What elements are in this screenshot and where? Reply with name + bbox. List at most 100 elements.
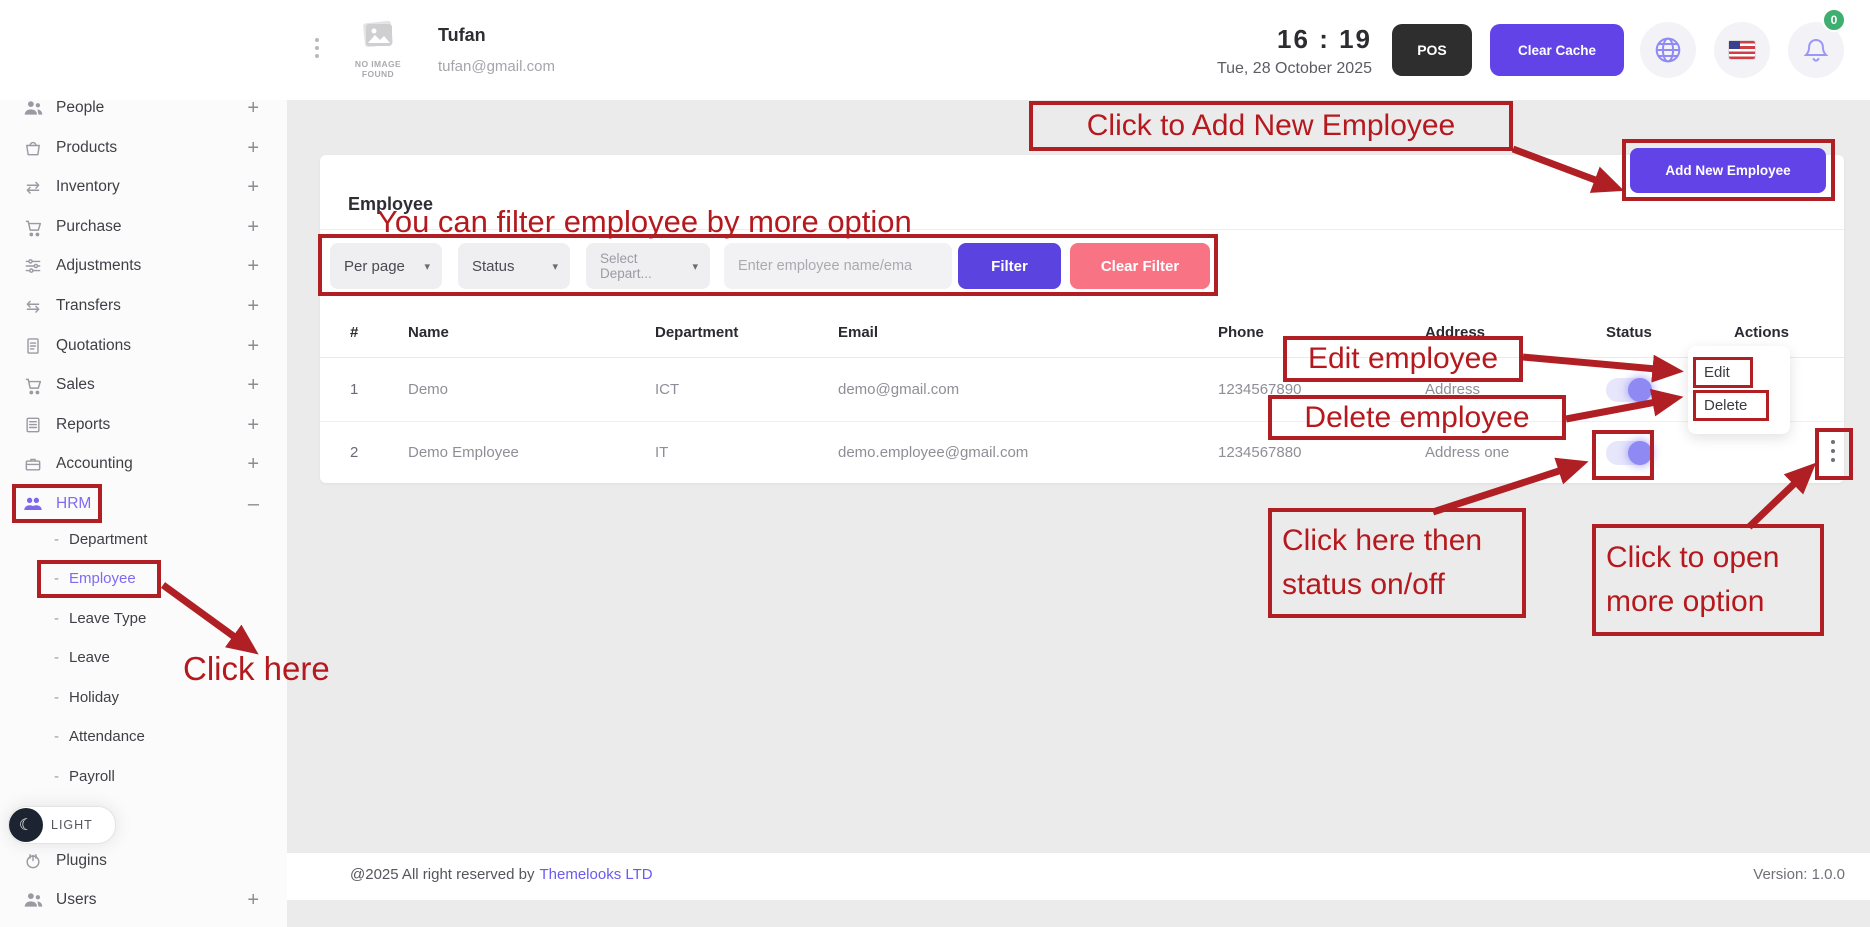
collapse-minus-icon[interactable]: – [248, 493, 259, 516]
cell-department: IT [655, 444, 838, 461]
globe-icon [1652, 34, 1684, 66]
sidebar-item-sales[interactable]: Sales+ [0, 366, 287, 404]
theme-toggle[interactable]: ☾ LIGHT [8, 806, 116, 844]
toggle-knob [1628, 441, 1652, 465]
sidebar-item-label: Reports [56, 416, 110, 434]
products-icon [22, 137, 44, 159]
department-select[interactable]: Select Depart...▾ [586, 243, 710, 289]
sidebar-subitem-attendance[interactable]: -Attendance [0, 717, 287, 755]
sidebar-item-people[interactable]: People + [0, 89, 287, 127]
sidebar-item-accounting[interactable]: Accounting+ [0, 445, 287, 483]
version-text: Version: 1.0.0 [1700, 866, 1845, 883]
clear-cache-button[interactable]: Clear Cache [1490, 24, 1624, 76]
status-toggle[interactable] [1606, 441, 1652, 465]
table-header-row: #NameDepartmentEmailPhoneAddressStatusAc… [320, 308, 1844, 358]
sidebar-subitem-holiday[interactable]: -Holiday [0, 678, 287, 716]
sales-icon [22, 374, 44, 396]
annotation-add-note: Click to Add New Employee [1029, 101, 1513, 151]
edit-menu-item[interactable]: Edit [1688, 356, 1790, 389]
cell-phone: 1234567890 [1218, 381, 1425, 398]
delete-menu-item[interactable]: Delete [1688, 389, 1790, 422]
expand-plus-icon[interactable]: + [247, 216, 259, 239]
sidebar-item-label: HRM [56, 495, 91, 513]
column-header-name: Name [408, 324, 655, 341]
sidebar-subitem-payroll[interactable]: -Payroll [0, 757, 287, 795]
sidebar-item-hrm[interactable]: HRM – [0, 485, 287, 523]
no-image-text-2: FOUND [346, 69, 410, 79]
sidebar-subitem-leave[interactable]: -Leave [0, 638, 287, 676]
sidebar-item-label: Users [56, 891, 96, 909]
annotation-more-note-line2: more option [1606, 580, 1779, 624]
sidebar-item-transfers[interactable]: ⇆ Transfers + [0, 287, 287, 325]
filter-button[interactable]: Filter [958, 243, 1061, 289]
adjustments-icon [22, 255, 44, 277]
table-row: 2Demo EmployeeITdemo.employee@gmail.com1… [320, 422, 1844, 483]
sidebar-item-label: Department [69, 531, 147, 548]
expand-plus-icon[interactable]: + [247, 374, 259, 397]
sidebar-item-plugins[interactable]: Plugins [0, 842, 287, 880]
page-title: Employee [348, 194, 433, 215]
moon-icon: ☾ [9, 808, 43, 842]
per-page-label: Per page [344, 258, 405, 275]
no-image-text-1: NO IMAGE [346, 59, 410, 69]
sidebar-subitem-employee[interactable]: -Employee [0, 559, 287, 597]
transfers-icon: ⇆ [22, 295, 44, 317]
row-actions-dropdown: Edit Delete [1688, 346, 1790, 434]
pos-button[interactable]: POS [1392, 24, 1472, 76]
hrm-icon [22, 493, 44, 515]
per-page-select[interactable]: Per page ▾ [330, 243, 442, 289]
dash-icon: - [54, 570, 59, 587]
sidebar-item-label: Leave [69, 649, 110, 666]
expand-plus-icon[interactable]: + [247, 453, 259, 476]
dash-icon: - [54, 610, 59, 627]
reports-icon [22, 414, 44, 436]
sidebar-item-users[interactable]: Users + [0, 881, 287, 919]
arrow-to-more-options [1749, 482, 1796, 527]
expand-plus-icon[interactable]: + [247, 335, 259, 358]
clear-filter-button[interactable]: Clear Filter [1070, 243, 1210, 289]
sidebar-item-adjustments[interactable]: Adjustments + [0, 247, 287, 285]
sidebar-item-reports[interactable]: Reports + [0, 406, 287, 444]
add-new-employee-button[interactable]: Add New Employee [1630, 148, 1826, 193]
locale-flag-button[interactable] [1714, 22, 1770, 78]
header-menu-icon[interactable] [315, 38, 319, 58]
sidebar-item-products[interactable]: Products+ [0, 129, 287, 167]
expand-plus-icon[interactable]: + [247, 255, 259, 278]
quotations-icon [22, 335, 44, 357]
bell-icon [1801, 35, 1831, 65]
language-globe-button[interactable] [1640, 22, 1696, 78]
sidebar-item-quotations[interactable]: Quotations + [0, 327, 287, 365]
status-select[interactable]: Status▾ [458, 243, 570, 289]
dash-icon: - [54, 768, 59, 785]
expand-plus-icon[interactable]: + [247, 295, 259, 318]
sidebar-item-label: Adjustments [56, 257, 141, 275]
expand-plus-icon[interactable]: + [247, 414, 259, 437]
status-toggle[interactable] [1606, 378, 1652, 402]
sidebar-item-label: Plugins [56, 852, 107, 870]
sidebar-item-label: People [56, 99, 104, 117]
expand-plus-icon[interactable]: + [247, 889, 259, 912]
expand-plus-icon[interactable]: + [247, 176, 259, 199]
column-header-status: Status [1606, 324, 1734, 341]
sidebar-subitem-department[interactable]: -Department [0, 520, 287, 558]
table-row: 1DemoICTdemo@gmail.com1234567890Address [320, 358, 1844, 422]
annotation-status-note-line2: status on/off [1282, 563, 1482, 607]
column-header-actions: Actions [1734, 324, 1844, 341]
sidebar-item-label: Transfers [56, 297, 121, 315]
sidebar-item-inventory[interactable]: ⇄Inventory+ [0, 168, 287, 206]
chevron-down-icon: ▾ [424, 260, 430, 273]
copyright-text: @2025 All right reserved by [350, 866, 535, 883]
sidebar-item-label: Quotations [56, 337, 131, 355]
employee-search-input[interactable] [724, 243, 952, 289]
cell-email: demo.employee@gmail.com [838, 444, 1218, 461]
brand-link[interactable]: Themelooks LTD [540, 866, 653, 883]
sidebar-item-label: Leave Type [69, 610, 146, 627]
row-more-options-icon[interactable] [1831, 440, 1835, 462]
expand-plus-icon[interactable]: + [247, 97, 259, 120]
plugins-icon [22, 850, 44, 872]
sidebar-item-purchase[interactable]: Purchase+ [0, 208, 287, 246]
sidebar-subitem-leave-type[interactable]: -Leave Type [0, 599, 287, 637]
chevron-down-icon: ▾ [692, 260, 698, 273]
expand-plus-icon[interactable]: + [247, 137, 259, 160]
accounting-icon [22, 453, 44, 475]
